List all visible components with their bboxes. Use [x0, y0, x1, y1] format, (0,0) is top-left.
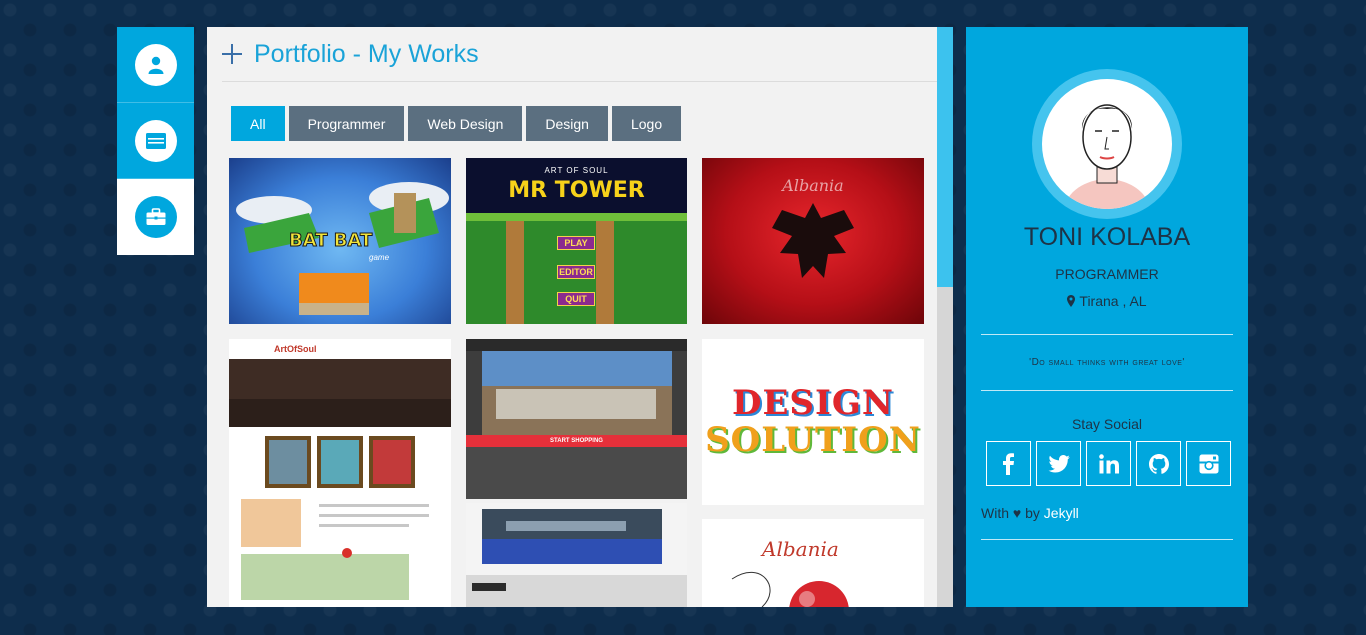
user-icon [148, 56, 163, 74]
avatar-ring [1032, 69, 1182, 219]
filter-web-design-button[interactable]: Web Design [408, 106, 523, 141]
filter-bar: All Programmer Web Design Design Logo [231, 106, 682, 141]
instagram-link[interactable] [1186, 441, 1231, 486]
profile-quote: 'Do small thinks with great love' [1029, 357, 1185, 368]
batbat-subtitle: game [369, 253, 390, 262]
profile-panel: TONI KOLABA PROGRAMMER Tirana , AL 'Do s… [966, 27, 1248, 607]
credit-prefix: With [981, 505, 1009, 521]
divider [981, 334, 1233, 335]
design-solution-line2: SOLUTION [705, 420, 921, 460]
divider [981, 390, 1233, 391]
page-title: Portfolio - My Works [254, 39, 479, 68]
filter-design-button[interactable]: Design [526, 106, 608, 141]
design-solution-line1: DESIGN [732, 382, 894, 423]
nav-tab-resume[interactable] [117, 103, 194, 179]
avatar [1042, 79, 1172, 209]
github-icon [1148, 453, 1169, 474]
nav-tab-portfolio[interactable] [117, 179, 194, 255]
mrtower-eyebrow: ART OF SOUL [544, 166, 609, 175]
portfolio-item-shop-site[interactable]: START SHOPPING [466, 339, 687, 499]
factory-artwork [466, 509, 687, 607]
map-marker-icon [1067, 295, 1076, 307]
portfolio-item-artofsoul-site[interactable]: ArtOfSoul [229, 339, 451, 607]
facebook-link[interactable] [986, 441, 1031, 486]
portfolio-panel: Portfolio - My Works All Programmer Web … [207, 27, 953, 607]
twitter-link[interactable] [1036, 441, 1081, 486]
nav-about-circle [134, 43, 177, 86]
mrtower-play-label: PLAY [557, 236, 595, 250]
profile-location: Tirana , AL [966, 293, 1248, 309]
social-links [986, 441, 1231, 486]
nav-tab-about[interactable] [117, 27, 194, 103]
shop-banner: START SHOPPING [466, 435, 687, 447]
instagram-icon [1199, 454, 1218, 473]
artofsoul-artwork [229, 359, 451, 600]
artofsoul-logo: ArtOfSoul [274, 344, 317, 354]
credit-by: by [1025, 505, 1040, 521]
portfolio-item-albania-logo[interactable]: Albania [702, 519, 924, 607]
filter-programmer-button[interactable]: Programmer [288, 106, 405, 141]
albania-logo-text: Albania [762, 537, 839, 561]
portfolio-item-factory-site[interactable] [466, 503, 687, 607]
filter-all-button[interactable]: All [231, 106, 285, 141]
heart-icon: ♥ [1012, 505, 1022, 521]
panel-header: Portfolio - My Works [222, 27, 937, 82]
albania-logo-artwork [731, 572, 849, 607]
batbat-title: BAT BAT [288, 230, 373, 252]
stay-social-label: Stay Social [1071, 416, 1143, 432]
mrtower-title: MR TOWER [508, 178, 645, 203]
briefcase-icon [146, 208, 165, 225]
mrtower-quit-label: QUIT [557, 292, 595, 306]
portfolio-item-design-solution[interactable]: DESIGN SOLUTION [702, 339, 924, 505]
linkedin-link[interactable] [1086, 441, 1131, 486]
filter-logo-button[interactable]: Logo [611, 106, 682, 141]
scrollbar[interactable] [937, 27, 953, 607]
avatar-drawing [1064, 104, 1150, 209]
portfolio-item-albania-eagle[interactable]: Albania [702, 158, 924, 324]
jekyll-link[interactable]: Jekyll [1044, 505, 1079, 521]
nav-resume-circle [134, 119, 177, 162]
github-link[interactable] [1136, 441, 1181, 486]
side-nav [117, 27, 194, 255]
twitter-icon [1047, 454, 1070, 472]
facebook-icon [1002, 452, 1014, 475]
portfolio-item-mrtower[interactable]: ART OF SOUL MR TOWER PLAY EDITOR QUIT [466, 158, 687, 324]
card-icon [145, 132, 166, 149]
divider [981, 539, 1233, 540]
portfolio-item-batbat[interactable]: BAT BAT game [229, 158, 451, 324]
profile-role: PROGRAMMER [1055, 266, 1159, 282]
profile-location-text: Tirana , AL [1079, 293, 1147, 309]
shop-artwork [466, 339, 687, 499]
footer-credit: With ♥ by Jekyll [981, 505, 1079, 521]
linkedin-icon [1098, 453, 1119, 473]
albania-script-text: Albania [782, 176, 844, 195]
nav-portfolio-circle [134, 196, 177, 238]
profile-name: TONI KOLABA [1023, 223, 1191, 251]
mrtower-editor-label: EDITOR [557, 265, 595, 279]
plus-icon [222, 44, 242, 64]
scrollbar-thumb[interactable] [937, 27, 953, 287]
